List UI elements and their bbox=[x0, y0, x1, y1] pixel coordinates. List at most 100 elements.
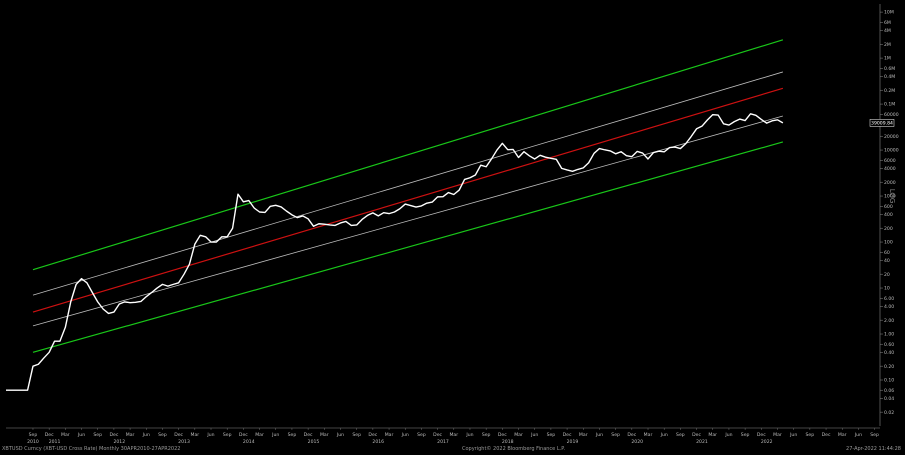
x-year-label: 2010 bbox=[27, 439, 39, 445]
x-tick-label: Dec bbox=[498, 432, 507, 438]
x-tick-label: Dec bbox=[692, 432, 701, 438]
x-year-label: 2019 bbox=[567, 439, 579, 445]
x-tick-label: Jun bbox=[206, 432, 214, 438]
y-tick-label: 600 bbox=[884, 204, 893, 210]
x-tick-label: Mar bbox=[61, 432, 70, 438]
x-tick-label: Jun bbox=[724, 432, 732, 438]
y-tick-label: 0.10 bbox=[884, 378, 894, 384]
x-tick-label: Jun bbox=[530, 432, 538, 438]
x-tick-label: Dec bbox=[822, 432, 831, 438]
x-tick-label: Jun bbox=[271, 432, 279, 438]
y-tick-label: 40 bbox=[884, 258, 890, 264]
x-tick-label: Jun bbox=[465, 432, 473, 438]
x-tick-label: Mar bbox=[644, 432, 653, 438]
last-price-label: 39009.84 bbox=[871, 121, 893, 127]
x-year-label: 2013 bbox=[178, 439, 190, 445]
x-tick-label: Dec bbox=[368, 432, 377, 438]
y-tick-label: 10M bbox=[884, 10, 894, 16]
x-tick-label: Dec bbox=[304, 432, 313, 438]
y-tick-label: 20000 bbox=[884, 134, 899, 140]
y-tick-label: 0.04 bbox=[884, 396, 894, 402]
y-axis-scale-label: LOG bbox=[888, 189, 896, 204]
x-tick-label: Sep bbox=[352, 432, 361, 438]
x-tick-label: Sep bbox=[223, 432, 232, 438]
x-year-label: 2012 bbox=[113, 439, 125, 445]
x-tick-label: Sep bbox=[741, 432, 750, 438]
x-tick-label: Sep bbox=[29, 432, 38, 438]
x-tick-label: Dec bbox=[239, 432, 248, 438]
y-tick-label: 6000 bbox=[884, 158, 896, 164]
x-year-label: 2021 bbox=[696, 439, 708, 445]
x-tick-label: Dec bbox=[109, 432, 118, 438]
x-year-label: 2017 bbox=[437, 439, 449, 445]
y-tick-label: 4000 bbox=[884, 166, 896, 172]
x-tick-label: Jun bbox=[142, 432, 150, 438]
y-tick-label: 0.02 bbox=[884, 410, 894, 416]
x-tick-label: Sep bbox=[611, 432, 620, 438]
x-tick-label: Mar bbox=[708, 432, 717, 438]
x-tick-label: Mar bbox=[514, 432, 523, 438]
price-chart: 10M6M4M2M1M0.6M0.4M0.2M0.1M6000020000100… bbox=[0, 0, 905, 455]
x-tick-label: Mar bbox=[190, 432, 199, 438]
x-year-label: 2022 bbox=[761, 439, 773, 445]
x-tick-label: Sep bbox=[547, 432, 556, 438]
y-tick-label: 0.20 bbox=[884, 364, 894, 370]
y-tick-label: 400 bbox=[884, 212, 893, 218]
y-tick-label: 6M bbox=[884, 20, 891, 26]
y-tick-label: 4M bbox=[884, 28, 891, 34]
chart-background bbox=[0, 0, 905, 455]
x-tick-label: Mar bbox=[838, 432, 847, 438]
x-tick-label: Dec bbox=[757, 432, 766, 438]
x-tick-label: Dec bbox=[563, 432, 572, 438]
footer-timestamp: 27-Apr-2022 11:44:28 bbox=[846, 446, 901, 452]
y-tick-label: 200 bbox=[884, 226, 893, 232]
x-year-label: 2011 bbox=[49, 439, 61, 445]
y-tick-label: 10000 bbox=[884, 148, 899, 154]
x-tick-label: Mar bbox=[385, 432, 394, 438]
y-tick-label: 2M bbox=[884, 42, 891, 48]
x-tick-label: Sep bbox=[870, 432, 879, 438]
x-tick-label: Sep bbox=[482, 432, 491, 438]
y-tick-label: 0.2M bbox=[884, 88, 895, 94]
y-tick-label: 60000 bbox=[884, 112, 899, 118]
y-tick-label: 60 bbox=[884, 250, 890, 256]
y-tick-label: 6.00 bbox=[884, 296, 894, 302]
x-tick-label: Jun bbox=[789, 432, 797, 438]
y-tick-label: 1.00 bbox=[884, 332, 894, 338]
x-tick-label: Mar bbox=[320, 432, 329, 438]
x-tick-label: Jun bbox=[595, 432, 603, 438]
y-tick-label: 10 bbox=[884, 286, 890, 292]
y-tick-label: 2000 bbox=[884, 180, 896, 186]
x-tick-label: Jun bbox=[660, 432, 668, 438]
y-tick-label: 0.06 bbox=[884, 388, 894, 394]
x-year-label: 2016 bbox=[372, 439, 384, 445]
x-tick-label: Jun bbox=[401, 432, 409, 438]
y-tick-label: 1M bbox=[884, 56, 891, 62]
x-year-label: 2020 bbox=[631, 439, 643, 445]
x-tick-label: Dec bbox=[627, 432, 636, 438]
x-tick-label: Jun bbox=[336, 432, 344, 438]
x-tick-label: Mar bbox=[579, 432, 588, 438]
x-tick-label: Dec bbox=[45, 432, 54, 438]
y-tick-label: 2.00 bbox=[884, 318, 894, 324]
y-tick-label: 0.60 bbox=[884, 342, 894, 348]
y-tick-label: 20 bbox=[884, 272, 890, 278]
y-tick-label: 0.6M bbox=[884, 66, 895, 72]
x-year-label: 2015 bbox=[308, 439, 320, 445]
footer-security-info: XBTUSD Curncy (XBT-USD Cross Rate) Month… bbox=[2, 446, 181, 452]
y-tick-label: 100 bbox=[884, 240, 893, 246]
y-tick-label: 4.00 bbox=[884, 304, 894, 310]
x-year-label: 2014 bbox=[243, 439, 255, 445]
x-tick-label: Sep bbox=[158, 432, 167, 438]
y-tick-label: 0.40 bbox=[884, 350, 894, 356]
x-tick-label: Dec bbox=[433, 432, 442, 438]
x-year-label: 2018 bbox=[502, 439, 514, 445]
footer-copyright: Copyright© 2022 Bloomberg Finance L.P. bbox=[462, 446, 566, 452]
x-tick-label: Mar bbox=[449, 432, 458, 438]
y-tick-label: 0.4M bbox=[884, 74, 895, 80]
x-tick-label: Jun bbox=[854, 432, 862, 438]
x-tick-label: Mar bbox=[126, 432, 135, 438]
x-tick-label: Sep bbox=[676, 432, 685, 438]
y-tick-label: 0.1M bbox=[884, 102, 895, 108]
x-tick-label: Jun bbox=[77, 432, 85, 438]
